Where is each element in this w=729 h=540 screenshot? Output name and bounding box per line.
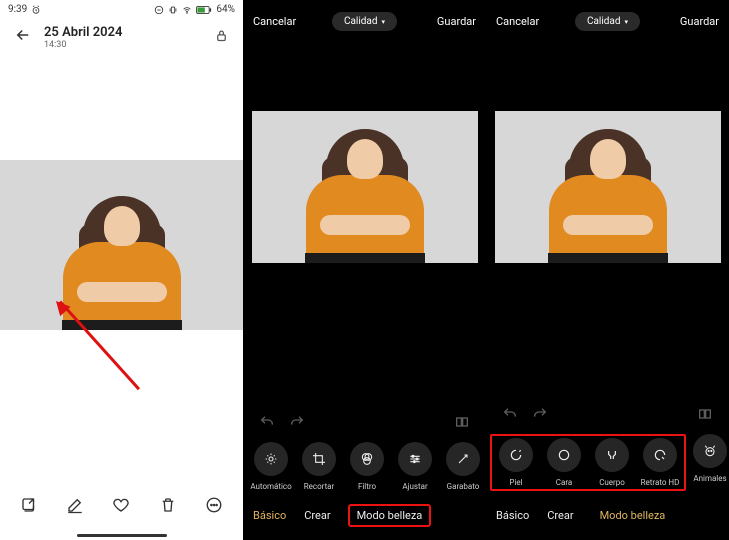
quality-dropdown[interactable]: Calidad	[575, 12, 640, 31]
save-button[interactable]: Guardar	[640, 15, 719, 28]
tool-row: Piel Cara Cuerpo Retrato HD Animales	[486, 434, 729, 495]
dnd-icon	[154, 5, 164, 15]
home-indicator[interactable]	[0, 534, 243, 540]
tool-skin[interactable]: Piel	[492, 438, 540, 487]
lock-icon[interactable]	[214, 28, 229, 47]
tab-beauty[interactable]: Modo belleza	[349, 505, 431, 526]
tool-doodle[interactable]: Garabato	[439, 442, 486, 491]
redo-icon[interactable]	[289, 414, 305, 434]
tab-create[interactable]: Crear	[304, 509, 330, 522]
status-time: 9:39	[8, 4, 27, 15]
undo-icon[interactable]	[502, 406, 518, 426]
cancel-button[interactable]: Cancelar	[496, 15, 575, 28]
tab-basic[interactable]: Básico	[253, 509, 286, 522]
undo-icon[interactable]	[259, 414, 275, 434]
tool-adjust[interactable]: Ajustar	[391, 442, 439, 491]
editor-panel-beauty: Cancelar Calidad Guardar Piel Cara Cuerp…	[486, 0, 729, 540]
share-icon[interactable]	[20, 496, 38, 518]
tool-filter[interactable]: Filtro	[343, 442, 391, 491]
tool-auto[interactable]: Automático	[247, 442, 295, 491]
editor-photo-canvas[interactable]	[252, 111, 478, 263]
photo-preview[interactable]	[0, 160, 243, 330]
status-bar: 9:39 64%	[0, 0, 243, 15]
photo-time: 14:30	[44, 40, 202, 50]
edit-icon[interactable]	[66, 496, 84, 518]
title-row: 25 Abril 2024 14:30	[0, 15, 243, 60]
gallery-detail-panel: 9:39 64% 25 Abril 2024 14:30	[0, 0, 243, 540]
delete-icon[interactable]	[159, 496, 177, 518]
battery-icon	[196, 5, 212, 15]
back-arrow-icon[interactable]	[14, 26, 32, 49]
status-battery: 64%	[216, 4, 235, 15]
quality-dropdown[interactable]: Calidad	[332, 12, 397, 31]
tool-animals[interactable]: Animales	[686, 434, 729, 491]
wifi-icon	[182, 5, 192, 15]
annotation-arrow	[60, 300, 178, 303]
tool-row: Automático Recortar Filtro Ajustar Garab…	[243, 442, 486, 495]
tab-basic[interactable]: Básico	[496, 509, 529, 522]
tool-face[interactable]: Cara	[540, 438, 588, 487]
tool-portrait-hd[interactable]: Retrato HD	[636, 438, 684, 487]
compare-icon[interactable]	[454, 414, 470, 434]
tool-crop[interactable]: Recortar	[295, 442, 343, 491]
alarm-icon	[31, 5, 41, 15]
redo-icon[interactable]	[532, 406, 548, 426]
save-button[interactable]: Guardar	[397, 15, 476, 28]
editor-panel-basic: Cancelar Calidad Guardar Automático Reco…	[243, 0, 486, 540]
bottom-toolbar	[0, 480, 243, 534]
compare-icon[interactable]	[697, 406, 713, 426]
tab-beauty[interactable]: Modo belleza	[592, 505, 674, 526]
cancel-button[interactable]: Cancelar	[253, 15, 332, 28]
photo-date: 25 Abril 2024	[44, 25, 202, 40]
mode-tabs: Básico Crear Modo belleza	[243, 495, 486, 540]
more-icon[interactable]	[205, 496, 223, 518]
favorite-icon[interactable]	[112, 496, 130, 518]
mode-tabs: Básico Crear Modo belleza	[486, 495, 729, 540]
vibrate-icon	[168, 5, 178, 15]
editor-photo-canvas[interactable]	[495, 111, 721, 263]
tab-create[interactable]: Crear	[547, 509, 573, 522]
tool-body[interactable]: Cuerpo	[588, 438, 636, 487]
